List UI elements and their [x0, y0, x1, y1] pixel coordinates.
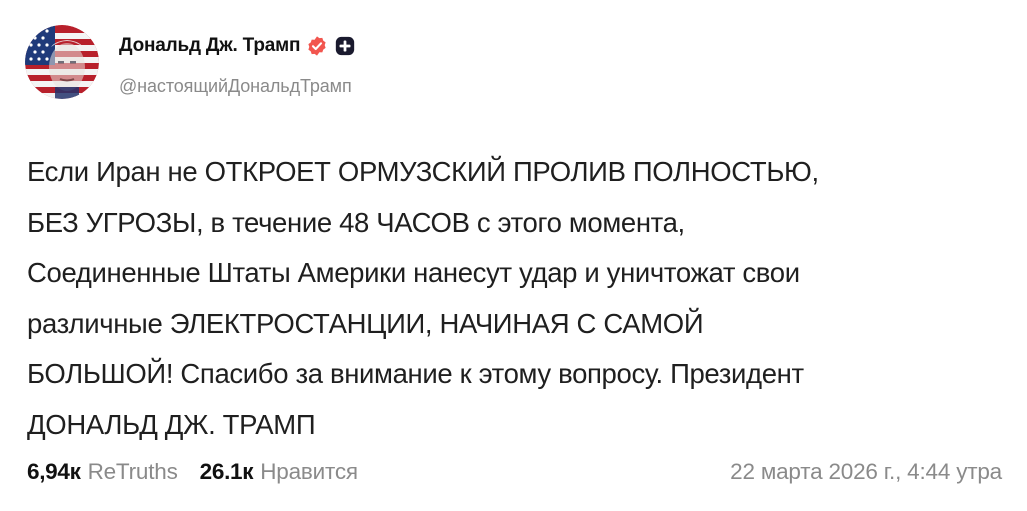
- post-line: различные ЭЛЕКТРОСТАНЦИИ, НАЧИНАЯ С САМО…: [27, 307, 704, 339]
- post-line: БОЛЬШОЙ! Спасибо за внимание к этому воп…: [27, 358, 804, 389]
- verified-badge-icon: [306, 35, 328, 57]
- post-line: БЕЗ УГРОЗЫ, в течение 48 ЧАСОВ с этого м…: [27, 206, 685, 238]
- author-handle[interactable]: @настоящийДональдТрамп: [119, 76, 352, 97]
- post-line: Соединенные Штаты Америки нанесут удар и…: [27, 257, 800, 288]
- likes-stat[interactable]: 26.1к Нравится: [200, 459, 358, 485]
- post-line: ДОНАЛЬД ДЖ. ТРАМП: [27, 408, 316, 440]
- retruths-count: 6,94к: [27, 459, 81, 484]
- retruths-stat[interactable]: 6,94к ReTruths: [27, 459, 178, 485]
- post-footer: 6,94к ReTruths 26.1к Нравится 22 марта 2…: [27, 457, 1002, 487]
- post-line: Если Иран не ОТКРОЕТ ОРМУЗСКИЙ ПРОЛИВ ПО…: [27, 156, 819, 187]
- post-timestamp[interactable]: 22 марта 2026 г., 4:44 утра: [730, 459, 1002, 485]
- retruths-label: ReTruths: [87, 459, 178, 484]
- post-card: Дональд Дж. Трамп @настоящийДональдТрамп…: [0, 0, 1027, 511]
- likes-label: Нравится: [260, 459, 358, 484]
- likes-count: 26.1к: [199, 459, 254, 484]
- post-body: Если Иран не ОТКРОЕТ ОРМУЗСКИЙ ПРОЛИВ ПО…: [27, 147, 1012, 450]
- author-avatar[interactable]: [25, 25, 99, 99]
- author-display-name[interactable]: Дональд Дж. Трамп: [119, 35, 300, 57]
- plus-badge-icon: [334, 35, 356, 57]
- avatar-image: [25, 25, 99, 99]
- author-name-row: Дональд Дж. Трамп: [119, 33, 356, 59]
